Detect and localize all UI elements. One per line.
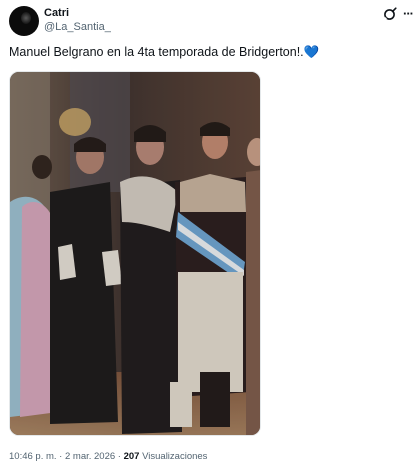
views-label: Visualizaciones (139, 451, 208, 462)
tweet-text-body: Manuel Belgrano en la 4ta temporada de B… (9, 45, 304, 59)
tweet-time[interactable]: 10:46 p. m. (9, 451, 57, 462)
tweet: Catri @La_Santia_ ··· Manuel Belgrano en… (0, 0, 420, 476)
blue-heart-icon: 💙 (303, 45, 320, 59)
meta-separator: · (115, 451, 124, 462)
views-count: 207 (123, 451, 140, 462)
user-handle[interactable]: @La_Santia_ (44, 21, 111, 33)
tweet-meta: 10:46 p. m. · 2 mar. 2026 · 207 Visualiz… (9, 451, 207, 462)
avatar[interactable] (9, 6, 39, 36)
tweet-date[interactable]: 2 mar. 2026 (65, 451, 115, 462)
video-frame (10, 72, 260, 435)
meta-separator: · (56, 451, 65, 462)
more-icon[interactable]: ··· (402, 7, 414, 21)
grok-icon[interactable] (383, 7, 397, 21)
tweet-video[interactable] (9, 71, 261, 436)
tweet-text: Manuel Belgrano en la 4ta temporada de B… (9, 45, 319, 60)
avatar-figure (21, 12, 31, 24)
display-name[interactable]: Catri (44, 7, 69, 19)
